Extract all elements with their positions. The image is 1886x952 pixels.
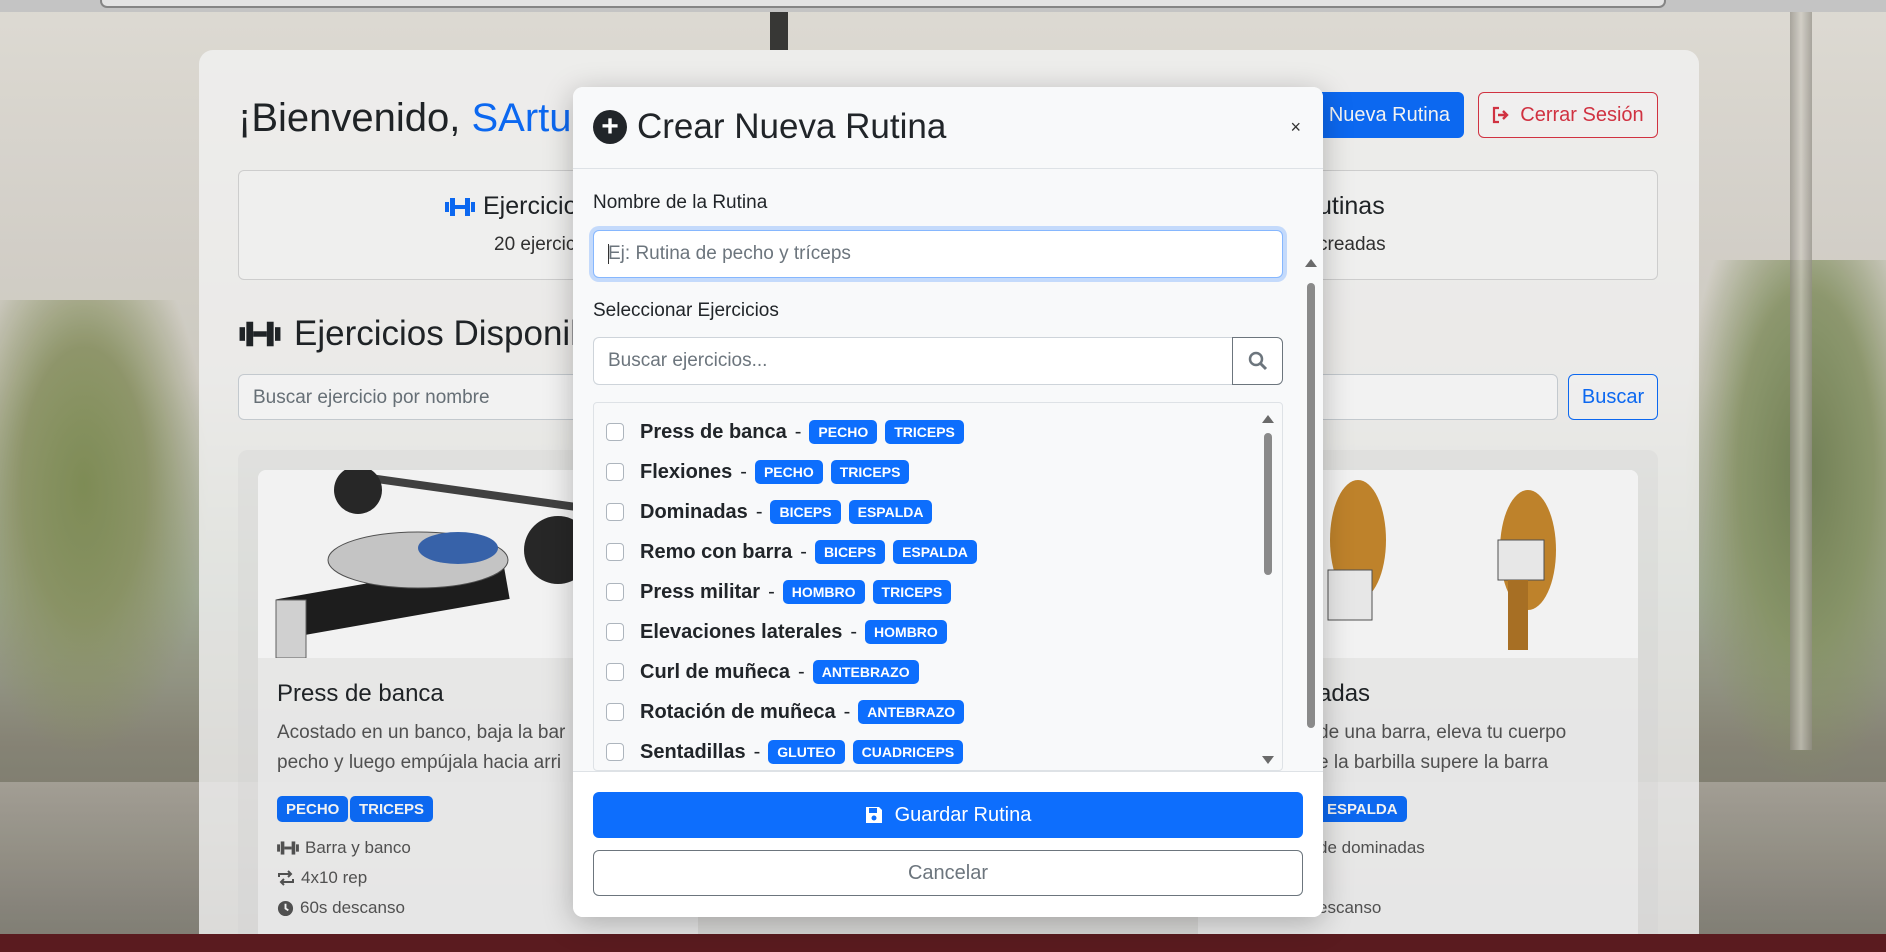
exercise-checkbox[interactable]	[606, 583, 624, 601]
exercise-name: Sentadillas	[640, 740, 746, 763]
exercise-checkbox[interactable]	[606, 423, 624, 441]
plus-circle-icon: +	[593, 110, 627, 144]
separator: -	[843, 700, 851, 723]
separator: -	[755, 500, 763, 523]
cancel-button[interactable]: Cancelar	[593, 850, 1303, 896]
exercise-checklist: Press de banca - PECHO TRICEPS Flexiones…	[593, 402, 1283, 771]
exercise-name: Remo con barra	[640, 540, 793, 563]
muscle-tag: HOMBRO	[865, 620, 947, 644]
muscle-tag: ESPALDA	[893, 540, 977, 564]
separator: -	[798, 660, 805, 683]
exercise-option[interactable]: Elevaciones laterales - HOMBRO	[606, 617, 947, 647]
exercise-checkbox[interactable]	[606, 623, 624, 641]
modal-title: + Crear Nueva Rutina	[593, 107, 946, 147]
modal-scrollbar-thumb[interactable]	[1307, 283, 1315, 728]
separator: -	[768, 580, 775, 603]
exercise-checkbox[interactable]	[606, 543, 624, 561]
select-exercises-label: Seleccionar Ejercicios	[593, 300, 779, 321]
save-icon	[865, 807, 882, 823]
save-routine-button[interactable]: Guardar Rutina	[593, 792, 1303, 838]
exercise-checkbox[interactable]	[606, 743, 624, 761]
exercise-name: Press militar	[640, 580, 761, 603]
modal-scrollbar[interactable]	[1304, 259, 1318, 849]
exercise-name: Elevaciones laterales	[640, 620, 843, 643]
exercise-name: Dominadas	[640, 500, 748, 523]
muscle-tag: TRICEPS	[872, 580, 952, 604]
search-icon	[1248, 351, 1267, 371]
taskbar	[0, 934, 1886, 952]
modal-search-input[interactable]: Buscar ejercicios...	[593, 337, 1233, 385]
exercise-list-scrollbar-thumb[interactable]	[1264, 433, 1272, 575]
exercise-list-scrollbar[interactable]	[1262, 411, 1274, 764]
exercise-option[interactable]: Rotación de muñeca - ANTEBRAZO	[606, 697, 965, 727]
modal-search-group: Buscar ejercicios...	[593, 337, 1283, 385]
exercise-option[interactable]: Press de banca - PECHO TRICEPS	[606, 417, 964, 447]
muscle-tag: HOMBRO	[782, 580, 865, 604]
muscle-tag: BICEPS	[814, 540, 886, 564]
exercise-checkbox[interactable]	[606, 663, 624, 681]
exercise-checkbox[interactable]	[606, 703, 624, 721]
modal-footer: Guardar Rutina Cancelar	[573, 771, 1323, 917]
muscle-tag: TRICEPS	[885, 420, 964, 444]
modal-title-label: Crear Nueva Rutina	[637, 107, 947, 146]
exercise-name: Flexiones	[640, 460, 733, 483]
muscle-tag: TRICEPS	[830, 460, 910, 484]
separator: -	[740, 460, 747, 483]
separator: -	[753, 740, 761, 763]
create-routine-modal: + Crear Nueva Rutina × Nombre de la Ruti…	[573, 87, 1323, 917]
exercise-name: Curl de muñeca	[640, 660, 791, 683]
muscle-tag: ESPALDA	[848, 500, 933, 524]
muscle-tag: GLUTEO	[768, 740, 845, 764]
exercise-option[interactable]: Remo con barra - BICEPS ESPALDA	[606, 537, 977, 567]
save-routine-label: Guardar Rutina	[894, 803, 1032, 826]
exercise-checkbox[interactable]	[606, 463, 624, 481]
separator: -	[800, 540, 807, 563]
scroll-down-arrow[interactable]	[1262, 756, 1274, 764]
routine-name-label: Nombre de la Rutina	[593, 192, 768, 213]
close-icon[interactable]: ×	[1290, 117, 1301, 138]
scroll-up-arrow[interactable]	[1305, 259, 1317, 267]
exercise-option[interactable]: Flexiones - PECHO TRICEPS	[606, 457, 910, 487]
exercise-option[interactable]: Sentadillas - GLUTEO CUADRICEPS	[606, 737, 964, 767]
exercise-option[interactable]: Curl de muñeca - ANTEBRAZO	[606, 657, 919, 687]
modal-search-button[interactable]	[1232, 337, 1283, 385]
modal-header: + Crear Nueva Rutina ×	[573, 87, 1323, 169]
routine-name-input[interactable]: Ej: Rutina de pecho y tríceps	[593, 230, 1283, 278]
routine-name-placeholder: Ej: Rutina de pecho y tríceps	[608, 243, 851, 264]
separator: -	[850, 620, 858, 643]
exercise-option[interactable]: Press militar - HOMBRO TRICEPS	[606, 577, 952, 607]
muscle-tag: ANTEBRAZO	[812, 660, 919, 684]
muscle-tag: BICEPS	[770, 500, 841, 524]
exercise-option[interactable]: Dominadas - BICEPS ESPALDA	[606, 497, 933, 527]
separator: -	[794, 420, 802, 443]
exercise-name: Press de banca	[640, 420, 787, 443]
exercise-checkbox[interactable]	[606, 503, 624, 521]
muscle-tag: PECHO	[754, 460, 823, 484]
muscle-tag: CUADRICEPS	[852, 740, 964, 764]
muscle-tag: PECHO	[809, 420, 878, 444]
muscle-tag: ANTEBRAZO	[858, 700, 965, 724]
exercise-name: Rotación de muñeca	[640, 700, 836, 723]
scroll-up-arrow[interactable]	[1262, 415, 1274, 423]
